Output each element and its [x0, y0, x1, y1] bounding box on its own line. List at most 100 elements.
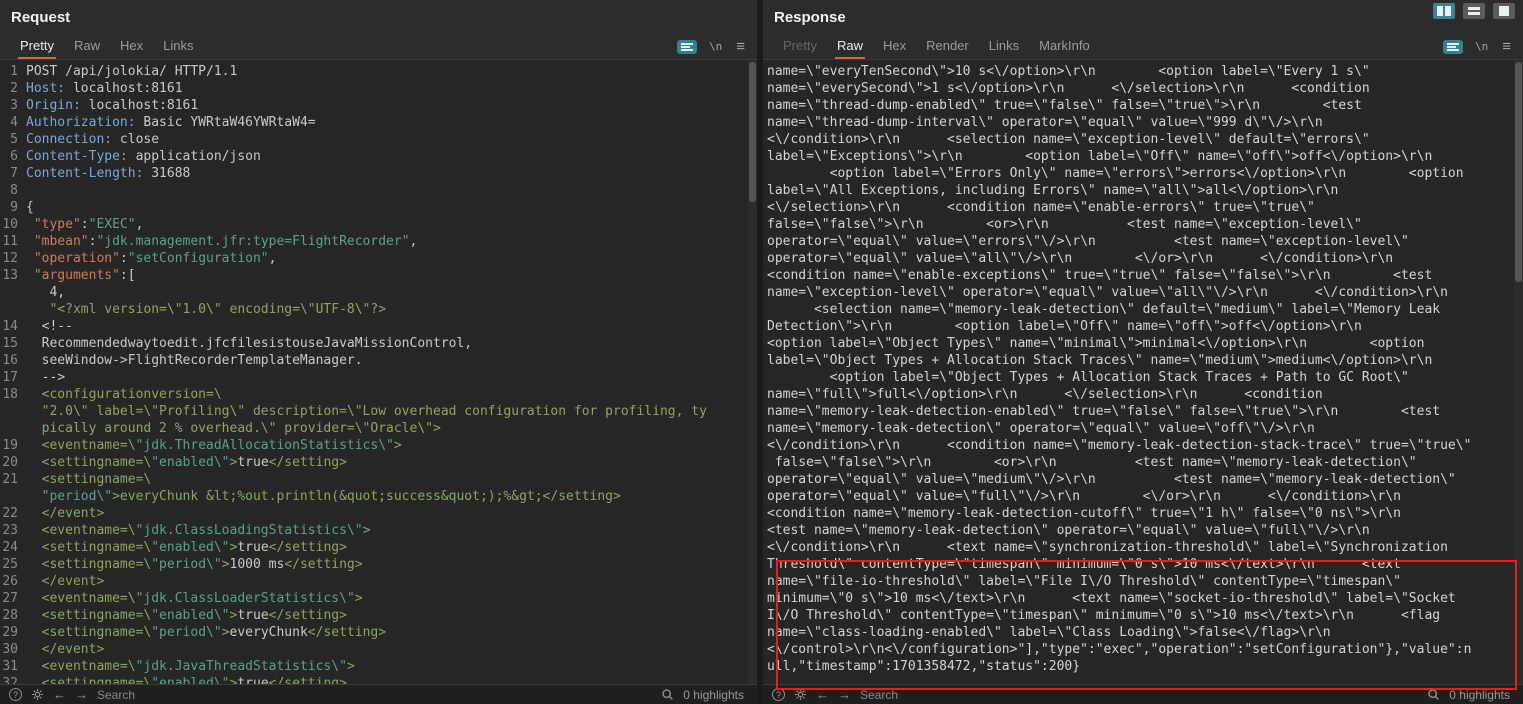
- layout-single-button[interactable]: [1493, 3, 1515, 19]
- search-settings-gear-icon[interactable]: [794, 688, 807, 701]
- line-number: 8: [2, 182, 26, 199]
- request-editor[interactable]: 1POST /api/jolokia/ HTTP/1.12Host: local…: [0, 60, 757, 684]
- menu-icon[interactable]: ≡: [1502, 38, 1511, 55]
- response-code-line: <\/control>\r\n<\/configuration>"],"type…: [765, 641, 1523, 658]
- response-tabbar: PrettyRawHexRenderLinksMarkInfo \n ≡: [763, 34, 1523, 60]
- response-code-line: name=\"memory-leak-detection\" operator=…: [765, 420, 1523, 437]
- request-title: Request: [0, 0, 757, 34]
- tab-response-raw[interactable]: Raw: [827, 34, 873, 59]
- line-number: 21: [2, 471, 26, 488]
- response-code-line: <condition name=\"enable-exceptions\" tr…: [765, 267, 1523, 284]
- line-number: 26: [2, 573, 26, 590]
- line-number: 12: [2, 250, 26, 267]
- response-code-line: name=\"class-loading-enabled\" label=\"C…: [765, 624, 1523, 641]
- response-code-line: Threshold\" contentType=\"timespan\" min…: [765, 556, 1523, 573]
- line-number: [2, 488, 26, 505]
- newline-toggle-icon[interactable]: \n: [709, 40, 722, 53]
- request-code-line: 32 <settingname=\"enabled\">true</settin…: [2, 675, 757, 684]
- request-code-line: 28 <settingname=\"enabled\">true</settin…: [2, 607, 757, 624]
- response-code-line: <option label=\"Errors Only\" name=\"err…: [765, 165, 1523, 182]
- request-code-line: 6Content-Type: application/json: [2, 148, 757, 165]
- request-search-bar: ? ← → 0 highlights: [0, 684, 757, 704]
- request-code-line: 17 -->: [2, 369, 757, 386]
- request-code-line: 3Origin: localhost:8161: [2, 97, 757, 114]
- request-code-line: 18 <configurationversion=\: [2, 386, 757, 403]
- layout-rows-button[interactable]: [1463, 3, 1485, 19]
- tab-response-render[interactable]: Render: [916, 34, 979, 59]
- response-code-line: <option label=\"Object Types + Allocatio…: [765, 369, 1523, 386]
- help-icon[interactable]: ?: [772, 688, 785, 701]
- tab-request-raw[interactable]: Raw: [64, 34, 110, 59]
- layout-columns-button[interactable]: [1433, 3, 1455, 19]
- tab-response-hex[interactable]: Hex: [873, 34, 916, 59]
- response-search-bar: ? ← → 0 highlights: [763, 684, 1523, 704]
- request-pane: Request PrettyRawHexLinks \n ≡ 1POST /ap…: [0, 0, 757, 704]
- tab-request-links[interactable]: Links: [153, 34, 203, 59]
- search-next-button[interactable]: →: [838, 687, 851, 702]
- search-prev-button[interactable]: ←: [816, 687, 829, 702]
- response-code-line: <\/condition>\r\n <text name=\"synchroni…: [765, 539, 1523, 556]
- response-highlights-label: 0 highlights: [1449, 688, 1514, 702]
- tab-response-links[interactable]: Links: [979, 34, 1029, 59]
- request-code-line: 25 <settingname=\"period\">1000 ms</sett…: [2, 556, 757, 573]
- line-number: 22: [2, 505, 26, 522]
- line-number: 13: [2, 267, 26, 284]
- line-number: 10: [2, 216, 26, 233]
- request-code-line: 27 <eventname=\"jdk.ClassLoaderStatistic…: [2, 590, 757, 607]
- request-code-line: 14 <!--: [2, 318, 757, 335]
- request-code-line: 19 <eventname=\"jdk.ThreadAllocationStat…: [2, 437, 757, 454]
- response-code-line: <test name=\"memory-leak-detection\" ope…: [765, 522, 1523, 539]
- response-code-line: name=\"file-io-threshold\" label=\"File …: [765, 573, 1523, 590]
- request-search-input[interactable]: [97, 688, 652, 702]
- line-number: 3: [2, 97, 26, 114]
- response-code-line: I\/O Threshold\" contentType=\"timespan\…: [765, 607, 1523, 624]
- line-number: 19: [2, 437, 26, 454]
- response-editor[interactable]: name=\"everyTenSecond\">10 s<\/option>\r…: [763, 60, 1523, 684]
- response-code-line: name=\"everyTenSecond\">10 s<\/option>\r…: [765, 63, 1523, 80]
- response-code-line: false=\"false\">\r\n <or>\r\n <test name…: [765, 216, 1523, 233]
- line-number: 14: [2, 318, 26, 335]
- help-icon[interactable]: ?: [9, 688, 22, 701]
- search-settings-gear-icon[interactable]: [31, 688, 44, 701]
- line-number: [2, 420, 26, 437]
- response-pane: Response PrettyRawHexRenderLinksMarkInfo…: [763, 0, 1523, 704]
- request-code-line: 12 "operation":"setConfiguration",: [2, 250, 757, 267]
- format-icon[interactable]: [677, 39, 697, 55]
- line-number: 31: [2, 658, 26, 675]
- request-code-line: "2.0\" label=\"Profiling\" description=\…: [2, 403, 757, 420]
- response-code-line: operator=\"equal\" value=\"medium\"\/>\r…: [765, 471, 1523, 488]
- search-icon: [661, 688, 674, 701]
- response-search-input[interactable]: [860, 688, 1418, 702]
- request-code-line: 9{: [2, 199, 757, 216]
- request-code-line: 21 <settingname=\: [2, 471, 757, 488]
- request-scrollbar[interactable]: [748, 60, 757, 684]
- line-number: 6: [2, 148, 26, 165]
- request-code-line: 15 Recommendedwaytoedit.jfcfilesistouseJ…: [2, 335, 757, 352]
- response-code-line: name=\"exception-level\" operator=\"equa…: [765, 284, 1523, 301]
- response-code-line: ull,"timestamp":1701358472,"status":200}: [765, 658, 1523, 675]
- search-icon: [1427, 688, 1440, 701]
- tab-request-hex[interactable]: Hex: [110, 34, 153, 59]
- response-scrollbar[interactable]: [1514, 60, 1523, 684]
- tab-request-pretty[interactable]: Pretty: [10, 34, 64, 59]
- response-code-line: operator=\"equal\" value=\"errors\"\/>\r…: [765, 233, 1523, 250]
- line-number: 24: [2, 539, 26, 556]
- response-code-line: name=\"thread-dump-enabled\" true=\"fals…: [765, 97, 1523, 114]
- response-title: Response: [763, 0, 1523, 34]
- response-code-line: Detection\">\r\n <option label=\"Off\" n…: [765, 318, 1523, 335]
- request-code-line: 8: [2, 182, 757, 199]
- line-number: 7: [2, 165, 26, 182]
- request-code-line: 1POST /api/jolokia/ HTTP/1.1: [2, 63, 757, 80]
- menu-icon[interactable]: ≡: [736, 38, 745, 55]
- line-number: 11: [2, 233, 26, 250]
- tab-response-markinfo[interactable]: MarkInfo: [1029, 34, 1100, 59]
- response-code-line: name=\"full\">full<\/option>\r\n <\/sele…: [765, 386, 1523, 403]
- window-layout-buttons: [1433, 3, 1515, 19]
- response-code-line: operator=\"equal\" value=\"all\"\/>\r\n …: [765, 250, 1523, 267]
- tab-response-pretty[interactable]: Pretty: [773, 34, 827, 59]
- newline-toggle-icon[interactable]: \n: [1475, 40, 1488, 53]
- line-number: 17: [2, 369, 26, 386]
- search-next-button[interactable]: →: [75, 687, 88, 702]
- format-icon[interactable]: [1443, 39, 1463, 55]
- search-prev-button[interactable]: ←: [53, 687, 66, 702]
